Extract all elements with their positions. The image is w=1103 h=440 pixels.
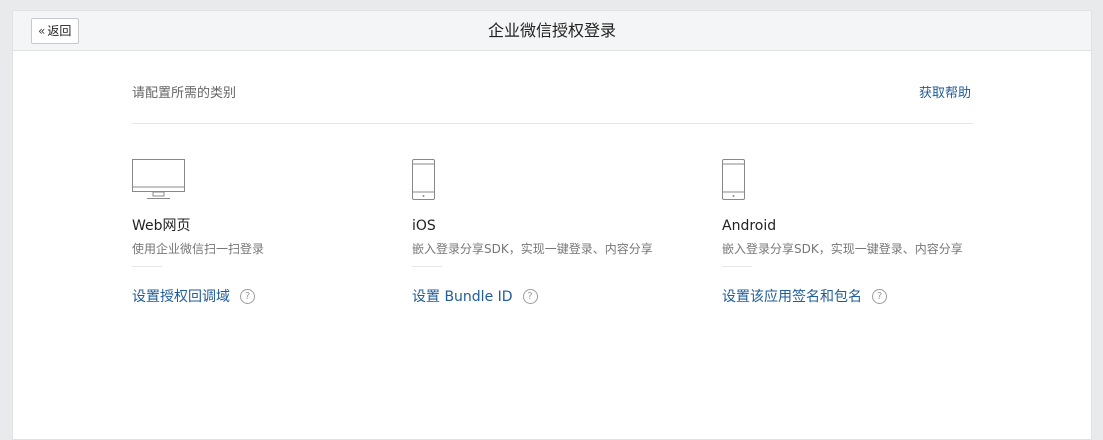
set-signature-package-link[interactable]: 设置该应用签名和包名 — [722, 286, 862, 306]
back-button-label: 返回 — [47, 24, 72, 38]
double-chevron-left-icon: « — [38, 24, 46, 38]
auth-panel: 企业微信授权登录 « 返回 请配置所需的类别 获取帮助 Web网页 使用企业微信… — [12, 10, 1092, 440]
question-icon[interactable]: ? — [522, 288, 538, 304]
category-desc: 使用企业微信扫一扫登录 — [132, 242, 265, 256]
category-subhead: 请配置所需的类别 — [132, 86, 237, 101]
category-action: 设置授权回调域 ? — [132, 286, 432, 306]
category-ios: iOS 嵌入登录分享SDK，实现一键登录、内容分享 设置 Bundle ID ? — [412, 159, 712, 306]
category-desc: 嵌入登录分享SDK，实现一键登录、内容分享 — [722, 242, 963, 256]
question-icon[interactable]: ? — [240, 288, 255, 304]
short-divider — [132, 266, 162, 267]
panel-header: 企业微信授权登录 « 返回 — [13, 11, 1091, 51]
category-desc: 嵌入登录分享SDK，实现一键登录、内容分享 — [412, 242, 653, 256]
phone-icon — [722, 159, 745, 200]
category-name: Android — [722, 218, 777, 234]
divider — [132, 123, 973, 124]
short-divider — [722, 266, 752, 267]
phone-icon — [412, 159, 435, 200]
monitor-icon — [132, 159, 185, 199]
page-title: 企业微信授权登录 — [487, 21, 616, 40]
short-divider — [412, 266, 442, 267]
set-bundle-id-link[interactable]: 设置 Bundle ID — [412, 286, 513, 306]
category-action: 设置 Bundle ID ? — [412, 286, 712, 306]
category-android: Android 嵌入登录分享SDK，实现一键登录、内容分享 设置该应用签名和包名… — [722, 159, 1022, 306]
back-button[interactable]: « 返回 — [31, 18, 80, 44]
help-link[interactable]: 获取帮助 — [919, 82, 971, 101]
question-icon[interactable]: ? — [872, 288, 887, 304]
category-action: 设置该应用签名和包名 ? — [722, 286, 1022, 306]
category-name: iOS — [412, 218, 436, 234]
category-name: Web网页 — [132, 218, 191, 234]
category-web: Web网页 使用企业微信扫一扫登录 设置授权回调域 ? — [132, 159, 432, 306]
set-callback-domain-link[interactable]: 设置授权回调域 — [132, 286, 230, 306]
